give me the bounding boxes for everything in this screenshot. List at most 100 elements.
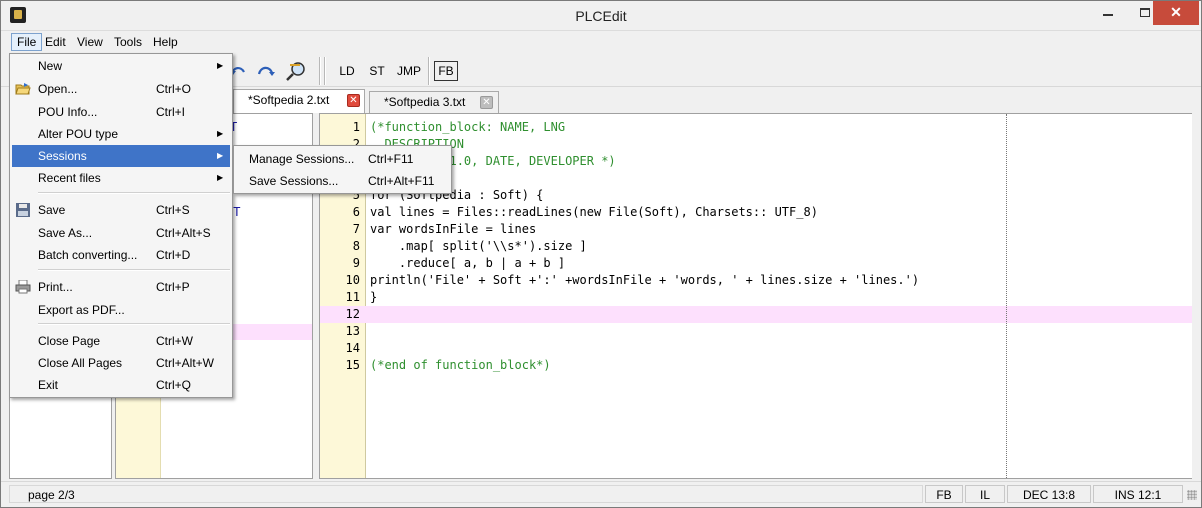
submenu-arrow-icon: ▶: [217, 129, 224, 138]
line-number: 6: [352, 205, 360, 219]
find-replace-button[interactable]: [284, 59, 308, 83]
code-line: println('File' + Soft +':' +wordsInFile …: [370, 273, 920, 287]
line-number: 7: [352, 222, 360, 236]
menu-item-shortcut: Ctrl+D: [156, 248, 191, 262]
status-insert-mode: INS 12:1: [1093, 485, 1183, 503]
right-margin-line: [1006, 114, 1007, 478]
code-line: }: [370, 290, 378, 304]
menu-file[interactable]: File: [11, 33, 43, 51]
line-number: 13: [345, 324, 360, 338]
line-number: 10: [345, 273, 360, 287]
ld-button[interactable]: LD: [335, 59, 359, 83]
menu-item-label: Alter POU type: [38, 127, 119, 141]
menu-item-export-pdf[interactable]: Export as PDF...: [12, 299, 230, 321]
menu-item-shortcut: Ctrl+P: [156, 280, 190, 294]
tab-softpedia-2[interactable]: *Softpedia 2.txt ✕: [233, 89, 365, 113]
menu-item-label: Save As...: [38, 226, 93, 240]
redo-icon: [257, 66, 275, 76]
menu-item-pou-info[interactable]: POU Info... Ctrl+I: [12, 101, 230, 123]
code-line: val lines = Files::readLines(new File(So…: [370, 205, 818, 219]
redo-button[interactable]: [255, 59, 277, 83]
toolbar-separator: [324, 57, 326, 85]
close-button[interactable]: ✕: [1153, 1, 1199, 25]
jmp-button[interactable]: JMP: [395, 59, 423, 83]
sessions-submenu: Manage Sessions... Ctrl+F11 Save Session…: [233, 145, 452, 194]
printer-icon: [15, 280, 31, 294]
save-disk-icon: [16, 203, 30, 217]
menu-item-label: Save: [38, 203, 66, 217]
current-line-highlight: [320, 306, 1192, 323]
menu-item-label: Close All Pages: [38, 356, 123, 370]
menu-item-shortcut: Ctrl+Alt+S: [156, 226, 211, 240]
menu-item-print[interactable]: Print... Ctrl+P: [12, 276, 230, 298]
submenu-arrow-icon: ▶: [217, 61, 224, 70]
menu-item-label: Save Sessions...: [249, 174, 339, 188]
menu-tools[interactable]: Tools: [109, 33, 147, 51]
menu-item-label: Batch converting...: [38, 248, 138, 262]
menu-item-save-sessions[interactable]: Save Sessions... Ctrl+Alt+F11: [236, 170, 449, 192]
menu-item-label: Exit: [38, 378, 59, 392]
menu-item-open[interactable]: Open... Ctrl+O: [12, 78, 230, 100]
st-button[interactable]: ST: [365, 59, 389, 83]
line-number: 8: [352, 239, 360, 253]
code-line: var wordsInFile = lines: [370, 222, 537, 236]
line-number: 15: [345, 358, 360, 372]
submenu-arrow-icon: ▶: [217, 173, 224, 182]
resize-grip[interactable]: [1187, 490, 1197, 500]
vertical-scrollbar[interactable]: [1192, 113, 1201, 479]
toolbar-separator: [428, 57, 430, 85]
open-folder-icon: [15, 83, 31, 95]
menu-item-sessions[interactable]: Sessions ▶: [12, 145, 230, 167]
menu-item-batch-converting[interactable]: Batch converting... Ctrl+D: [12, 244, 230, 266]
menu-item-close-all-pages[interactable]: Close All Pages Ctrl+Alt+W: [12, 352, 230, 374]
menu-item-label: Manage Sessions...: [249, 152, 355, 166]
app-window: PLCEdit ✕ File Edit View Tools Help LD S…: [0, 0, 1202, 508]
menu-item-label: New: [38, 59, 63, 73]
tab-label: *Softpedia 2.txt: [248, 93, 330, 107]
menu-item-recent-files[interactable]: Recent files ▶: [12, 167, 230, 189]
menu-item-exit[interactable]: Exit Ctrl+Q: [12, 374, 230, 396]
menu-help[interactable]: Help: [148, 33, 183, 51]
code-line: .reduce[ a, b | a + b ]: [370, 256, 566, 270]
submenu-arrow-icon: ▶: [217, 151, 224, 160]
toolbar-separator: [319, 57, 321, 85]
code-line: (*end of function_block*): [370, 358, 551, 372]
menu-item-save[interactable]: Save Ctrl+S: [12, 199, 230, 221]
menu-item-shortcut: Ctrl+F11: [368, 152, 414, 166]
status-il: IL: [965, 485, 1005, 503]
menu-item-shortcut: Ctrl+Q: [156, 378, 192, 392]
line-number: 1: [352, 120, 360, 134]
menu-separator: [38, 323, 230, 325]
window-title: PLCEdit: [575, 8, 627, 24]
menu-item-label: Export as PDF...: [38, 303, 125, 317]
menu-item-close-page[interactable]: Close Page Ctrl+W: [12, 330, 230, 352]
close-tab-icon[interactable]: ✕: [347, 94, 360, 107]
tab-label: *Softpedia 3.txt: [384, 95, 466, 109]
line-number: 9: [352, 256, 360, 270]
title-bar: PLCEdit ✕: [1, 1, 1201, 31]
line-number: 11: [345, 290, 360, 304]
status-bar: page 2/3 FB IL DEC 13:8 INS 12:1: [1, 481, 1201, 507]
menu-item-shortcut: Ctrl+Alt+W: [156, 356, 215, 370]
menu-item-save-as[interactable]: Save As... Ctrl+Alt+S: [12, 222, 230, 244]
line-number: 12: [345, 307, 360, 321]
find-replace-icon: [286, 62, 305, 81]
menu-edit[interactable]: Edit: [40, 33, 71, 51]
menu-item-label: Close Page: [38, 334, 101, 348]
menu-item-new[interactable]: New ▶: [12, 55, 230, 77]
maximize-icon: [1140, 8, 1150, 17]
menu-item-shortcut: Ctrl+Alt+F11: [368, 174, 435, 188]
close-tab-icon[interactable]: ✕: [480, 96, 493, 109]
menu-view[interactable]: View: [72, 33, 108, 51]
fb-button[interactable]: FB: [434, 61, 458, 81]
menu-item-alter-pou-type[interactable]: Alter POU type ▶: [12, 123, 230, 145]
status-position: DEC 13:8: [1007, 485, 1091, 503]
close-icon: ✕: [1170, 4, 1182, 20]
menu-item-manage-sessions[interactable]: Manage Sessions... Ctrl+F11: [236, 148, 449, 170]
menu-item-label: Open...: [38, 82, 78, 96]
menu-item-label: Recent files: [38, 171, 101, 185]
tab-softpedia-3[interactable]: *Softpedia 3.txt ✕: [369, 91, 499, 113]
menu-item-label: Print...: [38, 280, 73, 294]
menu-item-shortcut: Ctrl+O: [156, 82, 192, 96]
minimize-icon: [1103, 14, 1113, 16]
